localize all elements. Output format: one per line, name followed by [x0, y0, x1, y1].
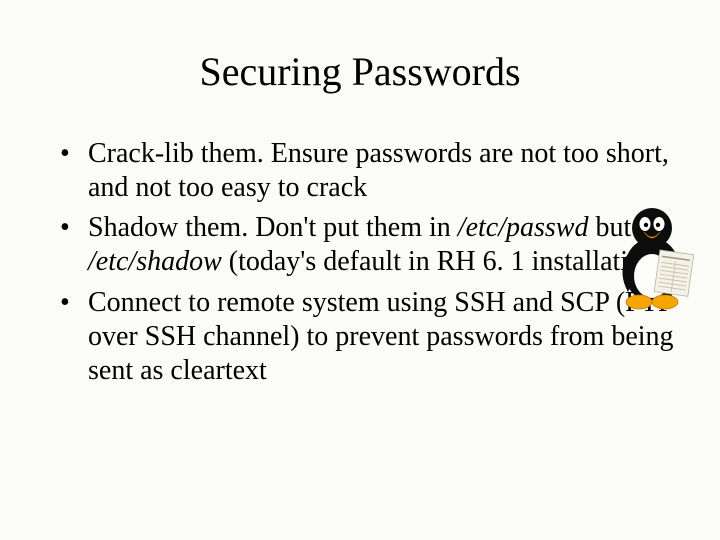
list-item: Crack-lib them. Ensure passwords are not… [60, 137, 680, 205]
page-title: Securing Passwords [40, 48, 680, 95]
bullet-text-italic: /etc/shadow [88, 246, 222, 277]
bullet-text: (today's default in RH 6. 1 installation… [222, 246, 666, 277]
bullet-text: Shadow them. Don't put them in [88, 212, 458, 243]
bullet-text: Crack-lib them. Ensure passwords are not… [88, 138, 669, 203]
bullet-text-italic: /etc/passwd [458, 212, 589, 243]
bullet-list: Crack-lib them. Ensure passwords are not… [40, 137, 680, 388]
slide: Securing Passwords Crack-lib them. Ensur… [0, 0, 720, 540]
list-item: Shadow them. Don't put them in /etc/pass… [60, 211, 680, 279]
list-item: Connect to remote system using SSH and S… [60, 286, 680, 388]
tux-reading-icon [606, 200, 702, 310]
bullet-text: Connect to remote system using SSH and S… [88, 287, 674, 386]
